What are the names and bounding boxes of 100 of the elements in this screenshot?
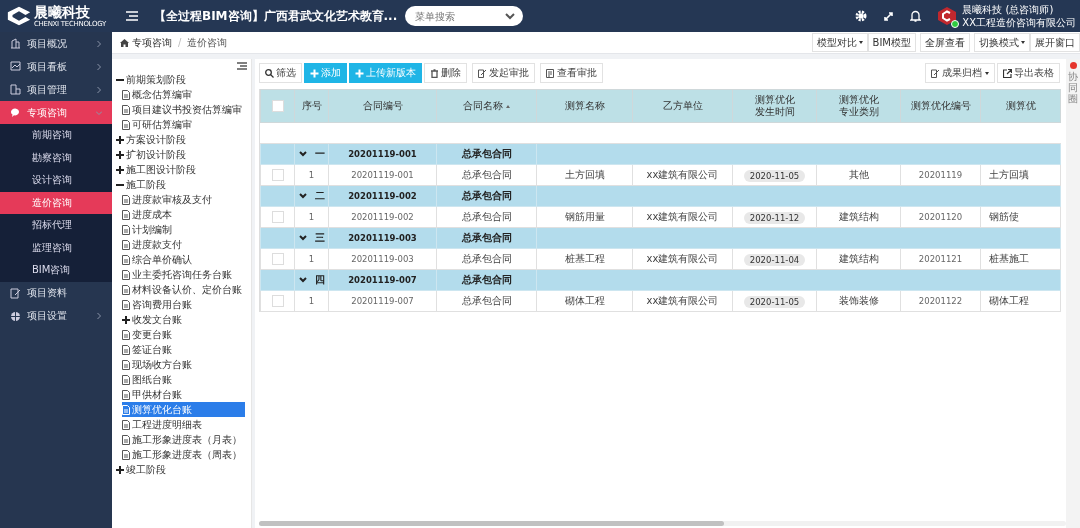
document-icon — [122, 194, 130, 205]
toolbar-button[interactable]: 导出表格 — [997, 63, 1060, 83]
fullscreen-icon[interactable] — [883, 10, 895, 22]
table-cell: 桩基工程 — [564, 253, 605, 264]
tree-node[interactable]: 综合单价确认 — [122, 252, 194, 267]
tree-node[interactable]: 施工形象进度表（月表） — [122, 432, 244, 447]
company-name: XX工程造价咨询有限公司 — [962, 16, 1076, 29]
tree-node[interactable]: 进度款审核及支付 — [122, 192, 214, 207]
tree-node[interactable]: 图纸台账 — [122, 372, 174, 387]
user-name[interactable]: 晨曦科技 (总咨询师) — [962, 3, 1054, 16]
tree-node[interactable]: 施工阶段 — [116, 177, 168, 192]
toolbar-button[interactable]: 删除 — [424, 63, 467, 83]
select-all-checkbox[interactable] — [271, 100, 284, 112]
view-button[interactable]: 展开窗口 — [1030, 33, 1080, 52]
breadcrumb-link[interactable]: 造价咨询 — [187, 35, 228, 50]
search-icon — [265, 68, 274, 78]
breadcrumb-link[interactable]: 专项咨询 — [132, 35, 172, 50]
table-cell: 总承包合同 — [461, 295, 512, 306]
user-avatar[interactable] — [937, 6, 958, 26]
date-tag: 2020-11-05 — [743, 295, 806, 308]
tree-node[interactable]: 测算优化台账 — [122, 402, 245, 417]
table-cell: 20201119-003 — [351, 254, 414, 264]
submenu-item[interactable]: 前期咨询 — [0, 124, 112, 147]
tree-node[interactable]: 业主委托咨询任务台账 — [122, 267, 234, 282]
table-cell: 20201119-002 — [351, 212, 414, 222]
submenu-item[interactable]: 招标代理 — [0, 214, 112, 237]
group-contract-number: 20201119-002 — [348, 191, 417, 201]
tree-node[interactable]: 甲供材台账 — [122, 387, 184, 402]
tree-node[interactable]: 项目建议书投资估算编审 — [122, 102, 244, 117]
group-contract-name: 总承包合同 — [461, 148, 512, 159]
tree-node[interactable]: 前期策划阶段 — [116, 72, 188, 87]
tree-node[interactable]: 方案设计阶段 — [116, 132, 188, 147]
row-checkbox[interactable] — [271, 211, 284, 223]
table-cell: 1 — [308, 254, 315, 264]
tree-node[interactable]: 竣工阶段 — [116, 462, 168, 477]
tree-node[interactable]: 进度款支付 — [122, 237, 184, 252]
submenu-item[interactable]: 造价咨询 — [0, 191, 112, 214]
document-icon — [122, 299, 130, 310]
toolbar-button[interactable]: 发起审批 — [472, 63, 535, 83]
toolbar-button[interactable]: 查看审批 — [540, 63, 603, 83]
tree-node[interactable]: 工程进度明细表 — [122, 417, 204, 432]
list-toggle-icon[interactable] — [237, 62, 247, 70]
sidebar-item[interactable]: 项目管理 — [0, 78, 112, 101]
column-header: 合同编号 — [362, 100, 403, 112]
chevron-down-icon[interactable] — [298, 277, 307, 283]
tree-node[interactable]: 施工图设计阶段 — [116, 162, 198, 177]
scrollbar-thumb[interactable] — [259, 521, 724, 526]
chevron-down-icon — [505, 13, 516, 20]
sidebar-item[interactable]: 项目资料 — [0, 281, 112, 305]
tree-node[interactable]: 材料设备认价、定价台账 — [122, 282, 244, 297]
tree-node[interactable]: 扩初设计阶段 — [116, 147, 188, 162]
table-cell: 20201119 — [918, 170, 963, 180]
tree-node[interactable]: 施工形象进度表（周表） — [122, 447, 244, 462]
chevron-down-icon[interactable] — [298, 193, 307, 199]
group-contract-name: 总承包合同 — [461, 190, 512, 201]
row-checkbox[interactable] — [271, 295, 284, 307]
submenu-item[interactable]: 监理咨询 — [0, 236, 112, 259]
sidebar-item[interactable]: 项目看板 — [0, 55, 112, 78]
tree-node[interactable]: 现场收方台账 — [122, 357, 194, 372]
submenu-item[interactable]: BIM咨询 — [0, 259, 112, 282]
building-icon — [10, 38, 21, 49]
tree-node[interactable]: 收发文台账 — [122, 312, 184, 327]
document-icon — [122, 359, 130, 370]
table-cell: 钢筋用量 — [564, 211, 605, 222]
menu-icon[interactable] — [126, 11, 138, 21]
chevron-down-icon[interactable] — [298, 151, 307, 157]
tree-node[interactable]: 签证台账 — [122, 342, 174, 357]
table-cell: 1 — [308, 212, 315, 222]
row-checkbox[interactable] — [271, 169, 284, 181]
sidebar-item[interactable]: 项目概况 — [0, 32, 112, 55]
group-index: 三 — [314, 231, 325, 245]
table-cell: 1 — [308, 296, 315, 306]
tree-node[interactable]: 概念估算编审 — [122, 87, 194, 102]
sidebar-item[interactable]: 专项咨询 — [0, 101, 112, 124]
bell-icon[interactable] — [910, 10, 922, 22]
toolbar-button[interactable]: 成果归档 — [925, 63, 995, 83]
tree-node[interactable]: 可研估算编审 — [122, 117, 194, 132]
tree-node[interactable]: 进度成本 — [122, 207, 174, 222]
document-icon — [122, 329, 130, 340]
menu-search-field[interactable]: 菜单搜索 — [405, 6, 524, 26]
view-button[interactable]: 切换模式 — [974, 33, 1030, 52]
sidebar-item[interactable]: 项目设置 — [0, 304, 112, 328]
submenu-item[interactable]: 设计咨询 — [0, 169, 112, 192]
chevron-down-icon[interactable] — [298, 235, 307, 241]
group-index: 四 — [314, 273, 325, 287]
view-button[interactable]: BIM模型 — [867, 33, 916, 52]
document-icon — [122, 404, 130, 415]
view-button[interactable]: 模型对比 — [811, 33, 868, 52]
brand-name: 晨曦科技 — [34, 4, 90, 20]
table-cell: 装饰装修 — [838, 295, 879, 306]
column-header[interactable]: 合同名称 — [463, 100, 510, 112]
toolbar-button[interactable]: 筛选 — [259, 63, 302, 83]
settings-icon[interactable] — [855, 10, 868, 22]
table-cell: 20201121 — [918, 254, 963, 264]
submenu-item[interactable]: 勘察咨询 — [0, 146, 112, 169]
tree-node[interactable]: 计划编制 — [122, 222, 174, 237]
row-checkbox[interactable] — [271, 253, 284, 265]
view-button[interactable]: 全屏查看 — [920, 33, 970, 52]
tree-node[interactable]: 变更台账 — [122, 327, 174, 342]
tree-node[interactable]: 咨询费用台账 — [122, 297, 194, 312]
